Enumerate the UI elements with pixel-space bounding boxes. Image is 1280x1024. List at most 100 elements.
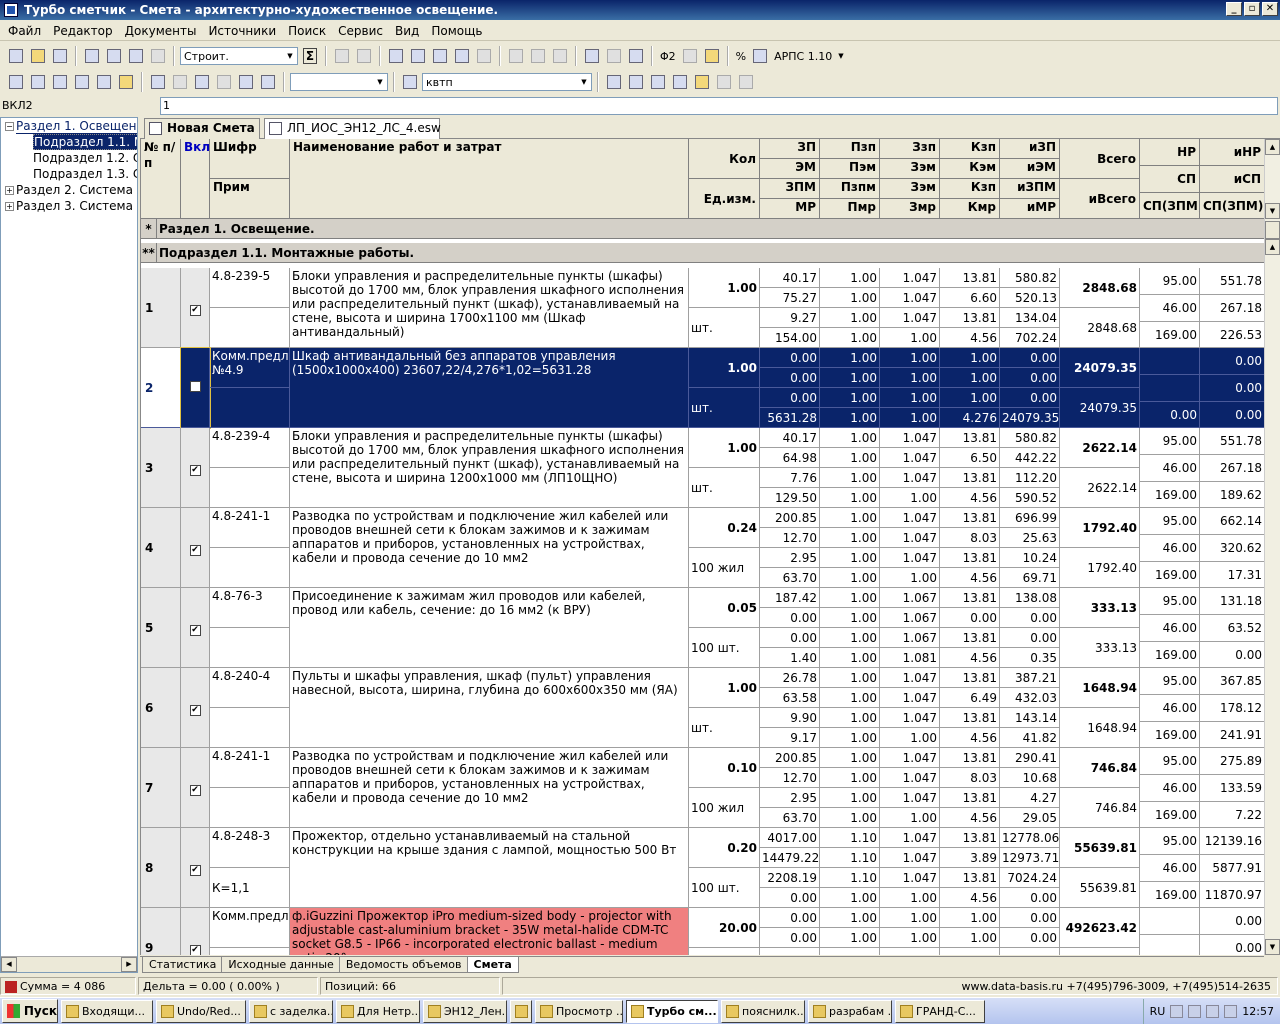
percent-button[interactable]: % xyxy=(734,50,748,63)
row-value-c5[interactable]: 442.22 xyxy=(1000,448,1060,468)
row-unit[interactable] xyxy=(689,948,760,955)
include-checkbox[interactable]: ✔ xyxy=(189,465,201,476)
row-index-overhead[interactable]: 662.14 xyxy=(1200,508,1264,535)
menu-service[interactable]: Сервис xyxy=(332,24,389,38)
row-value-c5[interactable]: 0.00 xyxy=(1000,608,1060,628)
row-value-c2[interactable]: 1.00 xyxy=(820,748,880,768)
row-value-c5[interactable]: 69.71 xyxy=(1000,568,1060,588)
include-checkbox[interactable] xyxy=(189,381,201,392)
row-overhead[interactable]: 169.00 xyxy=(1140,322,1200,348)
row-note[interactable] xyxy=(210,468,290,508)
row-unit[interactable]: шт. xyxy=(689,468,760,508)
tree-node[interactable]: + Раздел 2. Система у xyxy=(1,182,137,198)
sheet-tab-volumes[interactable]: Ведомость объемов xyxy=(338,957,469,973)
row-value-c3[interactable]: 1.00 xyxy=(880,328,940,348)
save-icon[interactable] xyxy=(50,46,70,66)
row-index-overhead[interactable]: 241.91 xyxy=(1200,722,1264,748)
row-value-c5[interactable]: 25.63 xyxy=(1000,528,1060,548)
row-value-c2[interactable]: 1.00 xyxy=(820,768,880,788)
row-index-overhead[interactable]: 63.52 xyxy=(1200,615,1264,642)
arps-dropdown[interactable]: АРПС 1.10 xyxy=(772,50,834,63)
empty-combo[interactable]: ▼ xyxy=(290,73,388,91)
row-unit[interactable]: 100 шт. xyxy=(689,868,760,908)
row-value-c3[interactable]: 1.00 xyxy=(880,888,940,908)
row-description[interactable]: Присоединение к зажимам жил проводов или… xyxy=(290,588,689,668)
row-value-c1[interactable]: 12.70 xyxy=(760,528,820,548)
row-total[interactable]: 746.84 xyxy=(1060,748,1140,788)
cell-value-input[interactable]: 1 xyxy=(160,97,1278,115)
scroll-up-icon[interactable]: ▲ xyxy=(1265,139,1280,155)
row-value-c4[interactable]: 13.81 xyxy=(940,748,1000,768)
row-value-c4[interactable]: 13.81 xyxy=(940,428,1000,448)
row-overhead[interactable]: 46.00 xyxy=(1140,775,1200,802)
row-number[interactable]: 5 xyxy=(141,588,181,668)
row-unit[interactable]: шт. xyxy=(689,708,760,748)
row-value-c3[interactable]: 1.00 xyxy=(880,728,940,748)
copy-icon[interactable] xyxy=(528,46,548,66)
tree-node[interactable]: − Раздел 1. Освещени xyxy=(1,118,137,134)
row-index-total[interactable]: 333.13 xyxy=(1060,628,1140,668)
row-note[interactable] xyxy=(210,548,290,588)
scroll-left-icon[interactable]: ◀ xyxy=(1,957,17,972)
filter-clear-icon[interactable] xyxy=(714,72,734,92)
row-value-c4[interactable]: 13.81 xyxy=(940,508,1000,528)
row-index-overhead[interactable]: 178.12 xyxy=(1200,695,1264,722)
row-unit[interactable]: шт. xyxy=(689,388,760,428)
menu-file[interactable]: Файл xyxy=(2,24,47,38)
row-overhead[interactable]: 169.00 xyxy=(1140,722,1200,748)
taskbar-item[interactable]: ЭН12_Лен... xyxy=(423,999,507,1023)
binoculars-icon[interactable] xyxy=(604,72,624,92)
row-value-c5[interactable]: 134.04 xyxy=(1000,308,1060,328)
row-value-c5[interactable]: 0.35 xyxy=(1000,648,1060,668)
row-total[interactable]: 2622.14 xyxy=(1060,428,1140,468)
row-value-c3[interactable]: 1.047 xyxy=(880,748,940,768)
norm-type-combo[interactable]: Строит. ▼ xyxy=(180,47,298,65)
row-description[interactable]: Разводка по устройствам и подключение жи… xyxy=(290,508,689,588)
row-value-c4[interactable]: 1.00 xyxy=(940,908,1000,928)
coins-icon[interactable] xyxy=(702,46,722,66)
menu-view[interactable]: Вид xyxy=(389,24,425,38)
row-value-c1[interactable]: 12.70 xyxy=(760,768,820,788)
row-value-c5[interactable]: 0.00 xyxy=(1000,628,1060,648)
row-value-c5[interactable]: 0.00 xyxy=(1000,348,1060,368)
row-value-c1[interactable]: 63.70 xyxy=(760,568,820,588)
row-value-c2[interactable]: 1.00 xyxy=(820,788,880,808)
row-overhead[interactable]: 169.00 xyxy=(1140,802,1200,828)
row-value-c2[interactable]: 1.00 xyxy=(820,708,880,728)
row-value-c2[interactable]: 1.00 xyxy=(820,608,880,628)
row-index-overhead[interactable]: 0.00 xyxy=(1200,402,1264,428)
row-index-total[interactable]: 24079.35 xyxy=(1060,388,1140,428)
row-value-c2[interactable]: 1.00 xyxy=(820,388,880,408)
row-index-overhead[interactable]: 0.00 xyxy=(1200,908,1264,935)
row-value-c5[interactable]: 387.21 xyxy=(1000,668,1060,688)
row-value-c2[interactable]: 1.00 xyxy=(820,348,880,368)
row-value-c2[interactable]: 1.10 xyxy=(820,848,880,868)
expand-icon[interactable]: + xyxy=(5,202,14,211)
frame-icon[interactable] xyxy=(170,72,190,92)
row-value-c3[interactable]: 1.047 xyxy=(880,828,940,848)
taskbar-item[interactable]: с заделка... xyxy=(249,999,333,1023)
row-value-c3[interactable]: 1.047 xyxy=(880,508,940,528)
row-number[interactable]: 8 xyxy=(141,828,181,908)
row-value-c2[interactable]: 1.00 xyxy=(820,568,880,588)
row-overhead[interactable] xyxy=(1140,935,1200,955)
tray-arrow-icon[interactable] xyxy=(1170,1004,1184,1018)
row-value-c1[interactable]: 75.27 xyxy=(760,288,820,308)
minimize-button[interactable]: _ xyxy=(1226,2,1242,16)
row-index-overhead[interactable]: 320.62 xyxy=(1200,535,1264,562)
row-value-c2[interactable]: 1.00 xyxy=(820,648,880,668)
filter-remove-icon[interactable] xyxy=(736,72,756,92)
row-value-c4[interactable]: 4.56 xyxy=(940,808,1000,828)
maximize-button[interactable]: ▫ xyxy=(1244,2,1260,16)
row-index-overhead[interactable]: 267.18 xyxy=(1200,295,1264,322)
row-description[interactable]: Разводка по устройствам и подключение жи… xyxy=(290,748,689,828)
row-index-overhead[interactable]: 0.00 xyxy=(1200,375,1264,402)
row-value-c5[interactable]: 696.99 xyxy=(1000,508,1060,528)
row-quantity[interactable]: 1.00 xyxy=(689,428,760,468)
row-value-c1[interactable]: 2.95 xyxy=(760,548,820,568)
taskbar-item[interactable]: Для Нетр... xyxy=(336,999,420,1023)
tray-network-icon[interactable] xyxy=(1188,1004,1202,1018)
row-value-c4[interactable]: 13.81 xyxy=(940,788,1000,808)
row-value-c1[interactable]: 9.27 xyxy=(760,308,820,328)
row-value-c1[interactable]: 2.95 xyxy=(760,788,820,808)
